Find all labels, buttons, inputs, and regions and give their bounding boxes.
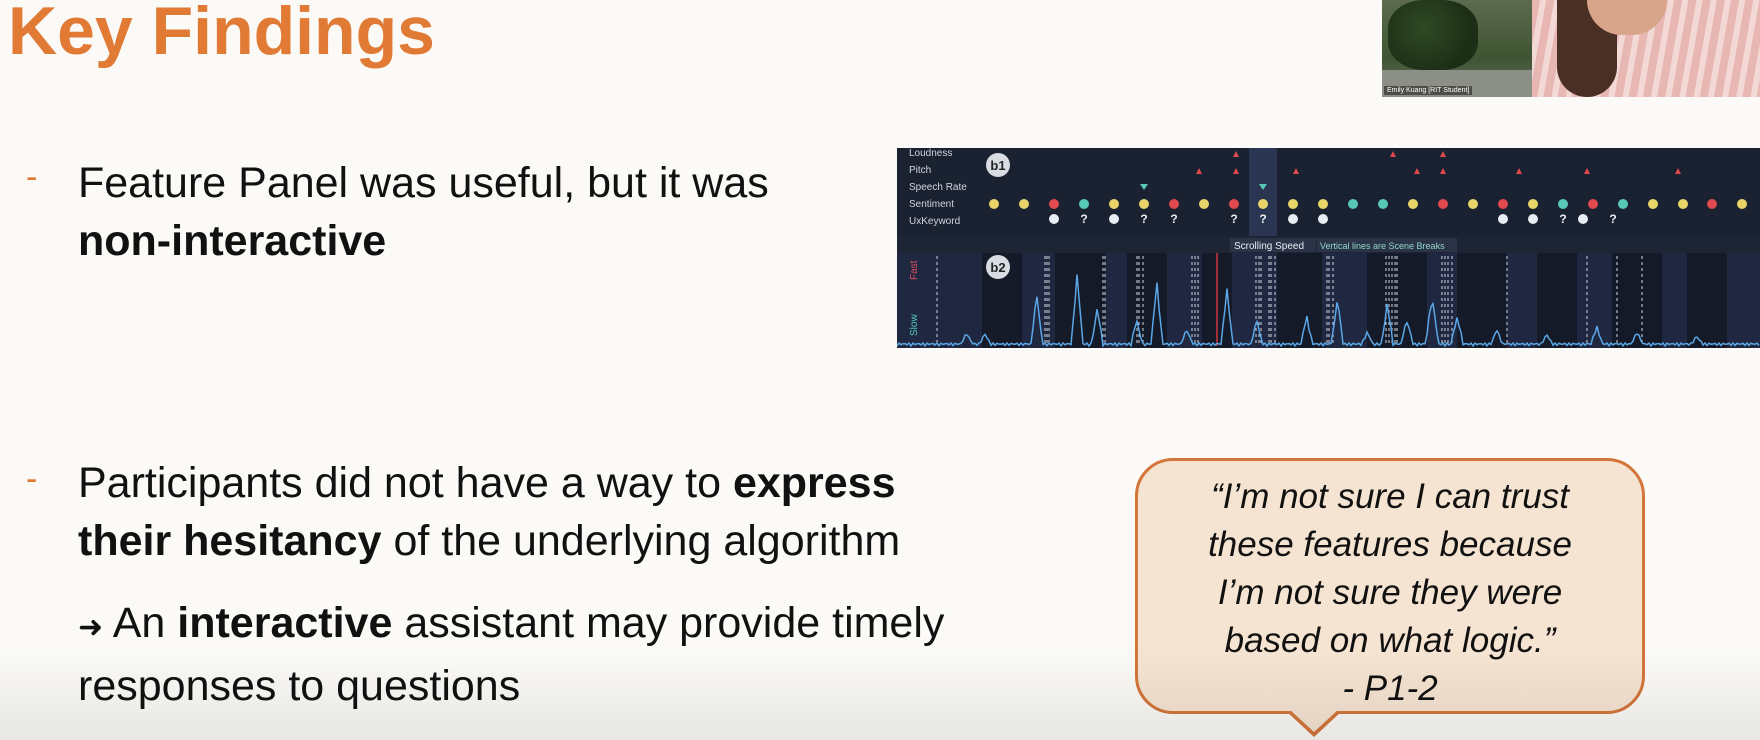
row-label-uxkeyword: UxKeyword xyxy=(909,216,960,227)
sentiment-face xyxy=(1528,199,1538,209)
keyword-marker xyxy=(1498,214,1508,224)
badge-b1-label: b1 xyxy=(990,158,1005,173)
bullet-dash: - xyxy=(26,460,38,498)
row-label-loudness: Loudness xyxy=(909,148,952,159)
sentiment-face xyxy=(1019,199,1029,209)
sentiment-face xyxy=(1408,199,1418,209)
axis-slow-label: Slow xyxy=(909,314,920,336)
sentiment-face xyxy=(1707,199,1717,209)
sentiment-face xyxy=(1498,199,1508,209)
keyword-question-marker: ? xyxy=(1259,212,1266,226)
feature-panel-graph: Loudness Pitch Speech Rate Sentiment UxK… xyxy=(897,148,1760,348)
bullet-1-bold: non-interactive xyxy=(78,217,387,265)
quote-text: “I’m not sure I can trust these features… xyxy=(1138,473,1642,713)
sub-bullet-text-c: responses to questions xyxy=(78,662,521,710)
row-label-speech-rate: Speech Rate xyxy=(909,182,967,193)
sentiment-face xyxy=(989,199,999,209)
bullet-2-text: Participants did not have a way to xyxy=(78,459,733,507)
feature-rows-bg xyxy=(897,148,1760,236)
keyword-question-marker: ? xyxy=(1080,212,1087,226)
sentiment-face xyxy=(1348,199,1358,209)
scene-band xyxy=(1537,253,1577,348)
sentiment-face xyxy=(1438,199,1448,209)
quote-line: “I’m not sure I can trust xyxy=(1211,477,1569,516)
video-tree xyxy=(1388,0,1478,70)
keyword-marker xyxy=(1288,214,1298,224)
scene-band xyxy=(1687,253,1727,348)
sentiment-face xyxy=(1079,199,1089,209)
video-name-label: Emily Kuang [RIT Student] xyxy=(1384,86,1473,95)
quote-line: these features because xyxy=(1208,525,1572,564)
sentiment-face xyxy=(1258,199,1268,209)
bullet-2: Participants did not have a way to expre… xyxy=(78,454,1058,570)
sentiment-face xyxy=(1139,199,1149,209)
bubble-tail-inner xyxy=(1289,709,1339,732)
sentiment-face xyxy=(1618,199,1628,209)
keyword-question-marker: ? xyxy=(1559,212,1566,226)
keyword-question-marker: ? xyxy=(1170,212,1177,226)
sub-bullet-text-b: assistant may provide timely xyxy=(392,599,945,647)
quote-attribution: - P1-2 xyxy=(1342,669,1438,708)
sentiment-face xyxy=(1109,199,1119,209)
sentiment-face xyxy=(1678,199,1688,209)
slide-title: Key Findings xyxy=(8,0,435,69)
sentiment-face xyxy=(1229,199,1239,209)
sentiment-face xyxy=(1648,199,1658,209)
sentiment-face xyxy=(1169,199,1179,209)
sub-bullet-text-a: An xyxy=(112,599,178,647)
sentiment-face xyxy=(1378,199,1388,209)
scene-band xyxy=(1277,253,1322,348)
keyword-marker xyxy=(1578,214,1588,224)
scene-band xyxy=(1055,253,1105,348)
scene-break-note: Vertical lines are Scene Breaks xyxy=(1320,241,1445,251)
sub-bullet-bold: interactive xyxy=(177,599,393,647)
bullet-1: Feature Panel was useful, but it was non… xyxy=(78,154,878,270)
bullet-1-text: Feature Panel was useful, but it was xyxy=(78,159,769,207)
keyword-question-marker: ? xyxy=(1140,212,1147,226)
keyword-marker xyxy=(1318,214,1328,224)
bullet-2-bold-b: their hesitancy xyxy=(78,517,382,565)
bullet-2-bold-a: express xyxy=(732,459,896,507)
keyword-marker xyxy=(1528,214,1538,224)
sentiment-face xyxy=(1199,199,1209,209)
bullet-dash: - xyxy=(26,158,38,196)
sentiment-face xyxy=(1049,199,1059,209)
keyword-question-marker: ? xyxy=(1609,212,1616,226)
sub-bullet: ➜ An interactive assistant may provide t… xyxy=(78,594,1078,715)
sentiment-face xyxy=(1318,199,1328,209)
badge-b2-label: b2 xyxy=(990,260,1005,275)
quote-line: based on what logic.” xyxy=(1224,621,1556,660)
row-label-pitch: Pitch xyxy=(909,165,931,176)
row-label-sentiment: Sentiment xyxy=(909,199,954,210)
quote-speech-bubble: “I’m not sure I can trust these features… xyxy=(1135,458,1645,737)
keyword-marker xyxy=(1109,214,1119,224)
axis-fast-label: Fast xyxy=(909,260,920,280)
sentiment-face xyxy=(1558,199,1568,209)
bullet-2-text-b: of the underlying algorithm xyxy=(381,517,901,565)
sentiment-face xyxy=(1737,199,1747,209)
scroll-speed-label: Scrolling Speed xyxy=(1234,241,1304,252)
keyword-marker xyxy=(1049,214,1059,224)
participant-video-thumbnail: Emily Kuang [RIT Student] xyxy=(1382,0,1760,97)
sentiment-face xyxy=(1588,199,1598,209)
sentiment-face xyxy=(1468,199,1478,209)
keyword-question-marker: ? xyxy=(1230,212,1237,226)
quote-line: I’m not sure they were xyxy=(1217,573,1563,612)
feature-panel-screenshot: Loudness Pitch Speech Rate Sentiment UxK… xyxy=(897,148,1760,348)
sentiment-face xyxy=(1288,199,1298,209)
arrow-icon: ➜ xyxy=(78,611,104,644)
